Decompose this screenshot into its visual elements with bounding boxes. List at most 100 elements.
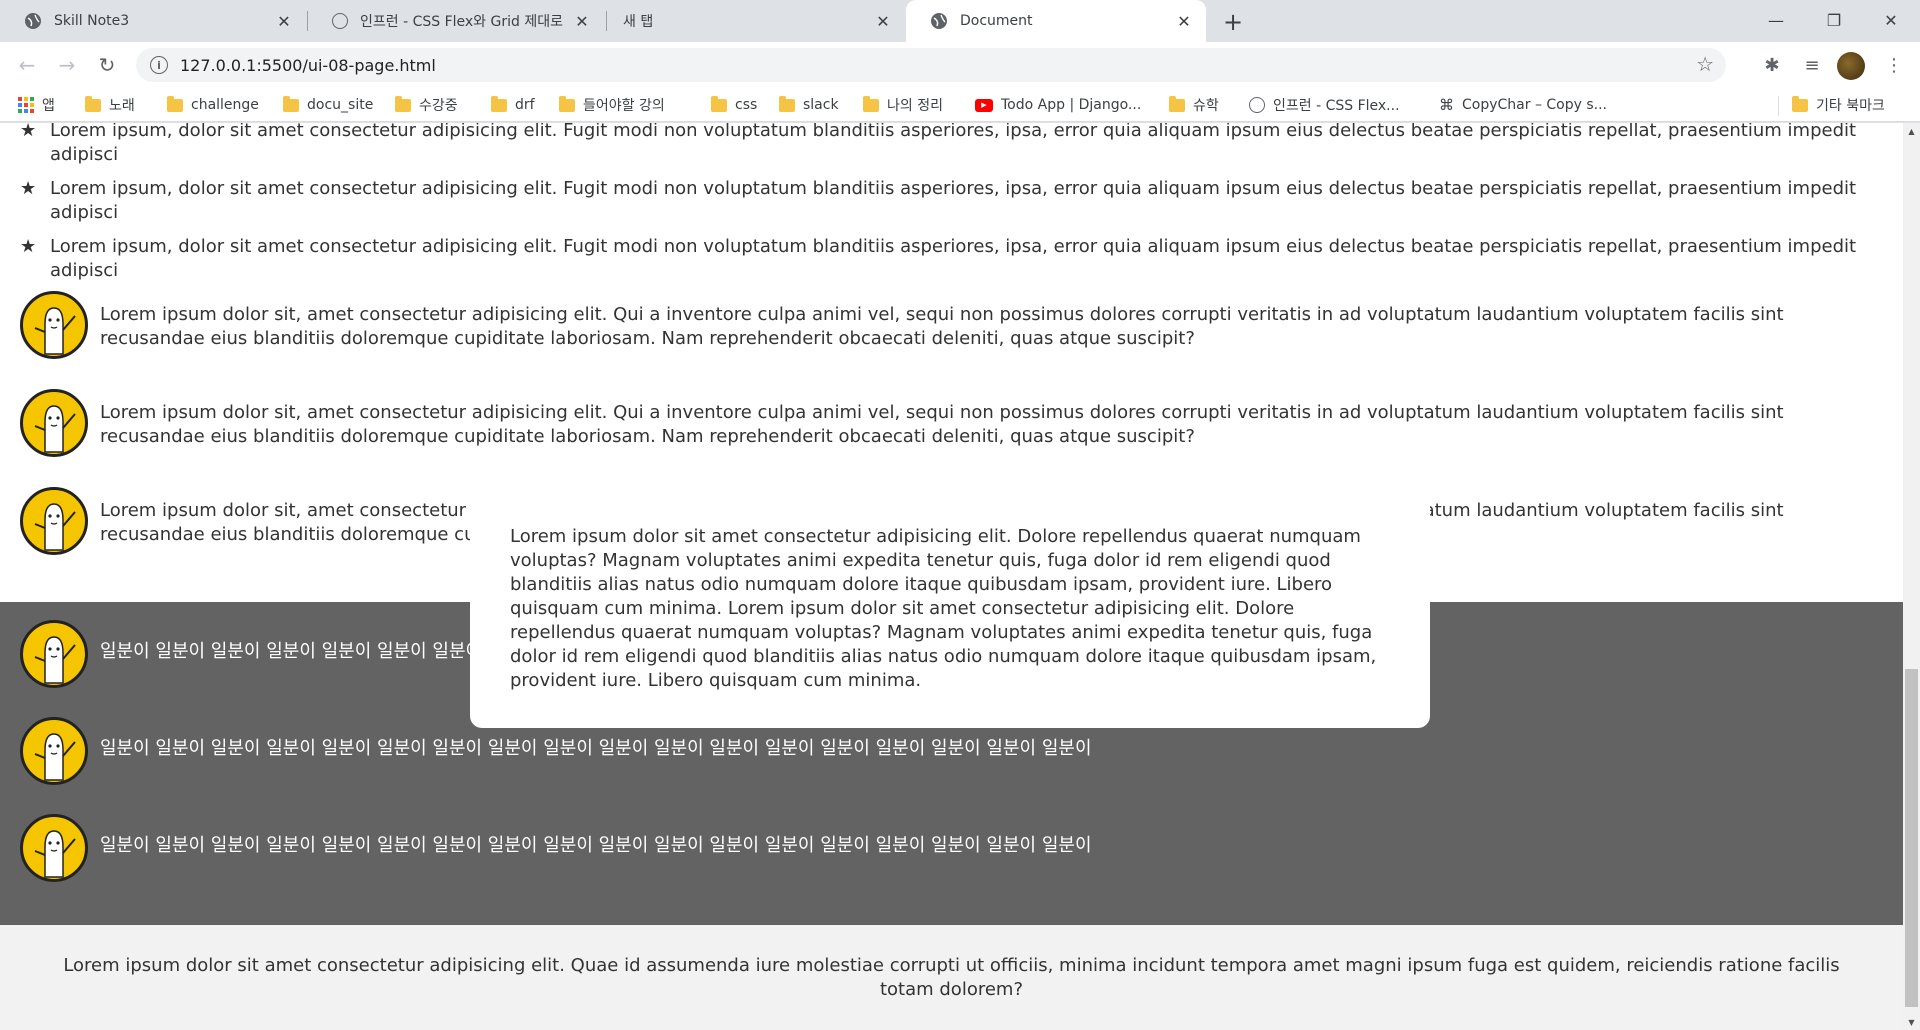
bookmark-label: slack — [803, 97, 839, 113]
bookmark-divider — [1778, 96, 1779, 116]
info-icon[interactable]: i — [150, 56, 168, 74]
extensions-icon[interactable]: ✱ — [1755, 48, 1789, 82]
url-text[interactable]: 127.0.0.1:5500/ui-08-page.html — [180, 56, 436, 75]
bookmark-folder[interactable]: css — [711, 88, 757, 122]
media-control-icon[interactable]: ≡ — [1795, 48, 1829, 82]
media-item: 일분이 일분이 일분이 일분이 일분이 일분이 일분이 일분이 일분이 일분이 … — [20, 814, 1820, 882]
list-item: ★ Lorem ipsum, dolor sit amet consectetu… — [20, 235, 1880, 283]
globe-icon — [24, 12, 42, 30]
menu-icon[interactable]: ⋮ — [1877, 48, 1911, 82]
scroll-up-arrow-icon[interactable]: ▲ — [1903, 123, 1920, 139]
tab-title: 새 탭 — [623, 14, 654, 30]
folder-icon — [1792, 95, 1808, 112]
star-icon: ★ — [20, 123, 37, 141]
character-avatar-icon — [20, 620, 88, 688]
bookmark-folder[interactable]: 수강중 — [395, 88, 458, 122]
folder-icon — [711, 95, 727, 112]
star-icon: ★ — [20, 236, 37, 257]
media-text: Lorem ipsum dolor sit, amet consectetur … — [100, 402, 1784, 447]
bookmark-folder[interactable]: drf — [491, 88, 535, 122]
list-item: ★ Lorem ipsum, dolor sit amet consectetu… — [20, 123, 1880, 167]
bookmark-label: challenge — [191, 97, 259, 113]
list-item: ★ Lorem ipsum, dolor sit amet consectetu… — [20, 177, 1880, 225]
bookmark-folder[interactable]: 슈학 — [1169, 88, 1219, 122]
modal-text: Lorem ipsum dolor sit amet consectetur a… — [510, 526, 1377, 691]
list-item-text: Lorem ipsum, dolor sit amet consectetur … — [50, 236, 1857, 281]
list-item-text: Lorem ipsum, dolor sit amet consectetur … — [50, 178, 1857, 223]
character-avatar-icon — [20, 389, 88, 457]
folder-icon — [1169, 95, 1185, 112]
bookmark-label: 노래 — [109, 98, 135, 114]
folder-icon — [559, 95, 575, 112]
reload-icon[interactable]: ↻ — [90, 48, 124, 82]
bookmark-site[interactable]: 인프런 - CSS Flex... — [1249, 88, 1400, 122]
tab-title: 인프런 - CSS Flex와 Grid 제대로 — [360, 14, 563, 30]
folder-icon — [863, 95, 879, 112]
profile-avatar[interactable] — [1837, 52, 1865, 80]
tab-title: Document — [960, 13, 1033, 29]
browser-toolbar: ← → ↻ i 127.0.0.1:5500/ui-08-page.html ☆… — [0, 42, 1920, 88]
tab-skill-note3[interactable]: Skill Note3 ✕ — [0, 0, 306, 42]
bookmark-copychar[interactable]: ⌘ CopyChar – Copy s... — [1439, 88, 1607, 122]
modal-dialog: Lorem ipsum dolor sit amet consectetur a… — [470, 487, 1430, 728]
close-icon[interactable]: ✕ — [873, 11, 893, 31]
forward-arrow-icon[interactable]: → — [50, 48, 84, 82]
folder-icon — [779, 95, 795, 112]
folder-icon — [85, 95, 101, 112]
bookmark-label: css — [735, 97, 758, 113]
page-scrollbar[interactable]: ▲ ▼ — [1903, 123, 1920, 1030]
bookmark-folder[interactable]: 들어야할 강의 — [559, 88, 665, 122]
media-item: Lorem ipsum dolor sit, amet consectetur … — [20, 291, 1820, 359]
bookmark-label: 기타 북마크 — [1816, 98, 1885, 114]
tab-inflearn[interactable]: 인프런 - CSS Flex와 Grid 제대로 ✕ — [308, 0, 604, 42]
globe-icon — [930, 12, 948, 30]
bookmark-folder[interactable]: docu_site — [283, 88, 373, 122]
close-icon[interactable]: ✕ — [274, 11, 294, 31]
back-arrow-icon[interactable]: ← — [10, 48, 44, 82]
new-tab-button[interactable]: + — [1219, 8, 1247, 36]
bookmark-youtube[interactable]: ▶ Todo App | Django... — [975, 88, 1141, 122]
bookmark-other[interactable]: 기타 북마크 — [1792, 88, 1885, 122]
window-close-icon[interactable]: ✕ — [1862, 0, 1920, 40]
tab-new-tab[interactable]: 새 탭 ✕ — [607, 0, 905, 42]
bookmark-label: Todo App | Django... — [1001, 97, 1142, 113]
inflearn-icon — [332, 13, 348, 29]
bookmark-label: 슈학 — [1193, 98, 1219, 114]
bookmark-folder[interactable]: 나의 정리 — [863, 88, 943, 122]
address-bar[interactable]: i 127.0.0.1:5500/ui-08-page.html ☆ — [136, 48, 1726, 82]
scroll-thumb[interactable] — [1905, 669, 1918, 1007]
close-icon[interactable]: ✕ — [1174, 11, 1194, 31]
command-icon: ⌘ — [1439, 96, 1454, 114]
tab-document[interactable]: Document ✕ — [906, 0, 1206, 42]
tab-title: Skill Note3 — [54, 13, 130, 29]
close-icon[interactable]: ✕ — [572, 11, 592, 31]
folder-icon — [167, 95, 183, 112]
bookmark-folder[interactable]: 노래 — [85, 88, 135, 122]
bookmark-apps[interactable]: 앱 — [18, 88, 55, 122]
bookmark-star-icon[interactable]: ☆ — [1696, 52, 1714, 76]
character-avatar-icon — [20, 814, 88, 882]
youtube-icon: ▶ — [975, 98, 993, 112]
scroll-down-arrow-icon[interactable]: ▼ — [1903, 1014, 1920, 1030]
restore-icon[interactable]: ❐ — [1805, 0, 1863, 40]
star-icon: ★ — [20, 178, 37, 199]
apps-icon — [18, 97, 34, 113]
media-text: 일분이 일분이 일분이 일분이 일분이 일분이 일분이 일분이 일분이 일분이 … — [100, 835, 1092, 856]
folder-icon — [283, 95, 299, 112]
character-avatar-icon — [20, 487, 88, 555]
bookmarks-bar: 앱 노래 challenge docu_site 수강중 drf 들어야할 강의… — [0, 88, 1920, 122]
media-text: Lorem ipsum dolor sit, amet consectetur … — [100, 304, 1784, 349]
media-item: Lorem ipsum dolor sit, amet consectetur … — [20, 389, 1820, 457]
character-avatar-icon — [20, 717, 88, 785]
bookmark-folder[interactable]: slack — [779, 88, 839, 122]
minimize-icon[interactable]: — — [1747, 0, 1805, 40]
tab-strip: Skill Note3 ✕ 인프런 - CSS Flex와 Grid 제대로 ✕… — [0, 0, 1920, 42]
folder-icon — [491, 95, 507, 112]
bookmark-label: 앱 — [42, 98, 55, 114]
page-viewport: ★ Lorem ipsum, dolor sit amet consectetu… — [0, 123, 1903, 1030]
character-avatar-icon — [20, 291, 88, 359]
bookmark-label: 수강중 — [419, 98, 458, 114]
bookmark-label: 들어야할 강의 — [583, 98, 665, 114]
bookmark-label: docu_site — [307, 97, 374, 113]
bookmark-folder[interactable]: challenge — [167, 88, 259, 122]
